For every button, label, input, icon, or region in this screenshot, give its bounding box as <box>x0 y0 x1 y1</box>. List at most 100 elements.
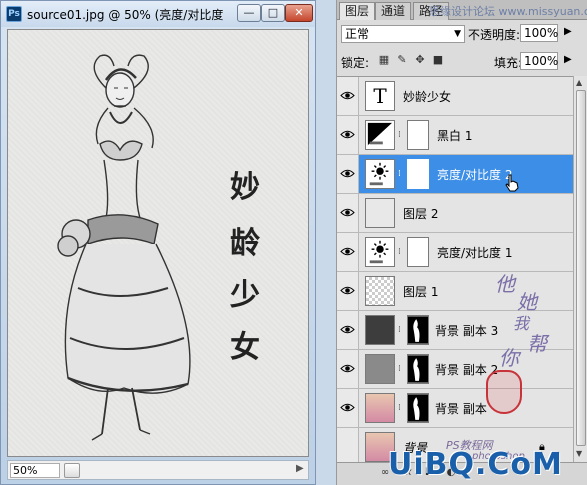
artwork-char-2: 龄 <box>230 226 260 261</box>
eye-icon <box>340 286 355 295</box>
forum-watermark: 思缘设计论坛 www.missyuan.com <box>429 5 587 18</box>
dancer-sketch-image <box>57 54 191 441</box>
chevron-down-icon: ▼ <box>454 29 461 39</box>
layer-name[interactable]: 图层 2 <box>403 205 438 222</box>
lock-image-icon[interactable]: ✎ <box>395 53 409 67</box>
transparent-layer-thumbnail <box>365 276 395 306</box>
red-seal-stamp <box>486 370 522 414</box>
photo-layer-thumbnail <box>365 393 395 423</box>
eye-icon <box>340 403 355 412</box>
layer-thumbnail <box>365 198 395 228</box>
layer-row-brightness-contrast-2[interactable]: ⁞ 亮度/对比度 2 <box>337 155 573 194</box>
brightness-contrast-adjustment-icon <box>365 159 395 189</box>
opacity-label: 不透明度: <box>468 28 521 42</box>
layer-name[interactable]: 图层 1 <box>403 283 438 300</box>
artwork-char-4: 女 <box>230 330 260 365</box>
uibq-logo: UiBQ.CoM <box>388 447 563 482</box>
opacity-slider-arrow-icon[interactable]: ▶ <box>564 26 572 37</box>
blend-mode-select[interactable]: 正常 ▼ <box>341 25 465 43</box>
eye-icon <box>340 208 355 217</box>
visibility-toggle[interactable] <box>337 77 359 115</box>
lock-label: 锁定: <box>341 56 370 70</box>
visibility-toggle[interactable] <box>337 194 359 232</box>
scroll-down-icon[interactable]: ▼ <box>576 449 582 458</box>
panel-tabs: 图层 通道 路径 思缘设计论坛 www.missyuan.com <box>337 0 587 20</box>
fill-slider-arrow-icon[interactable]: ▶ <box>564 54 572 65</box>
fill-input[interactable]: 100% <box>520 52 558 70</box>
layer-mask-thumbnail[interactable] <box>407 354 429 384</box>
lock-transparency-icon[interactable]: ▦ <box>377 53 391 67</box>
eye-icon <box>340 325 355 334</box>
opacity-input[interactable]: 100% <box>520 24 558 42</box>
visibility-toggle[interactable] <box>337 272 359 310</box>
layer-name[interactable]: 妙龄少女 <box>403 88 451 105</box>
layer-mask-thumbnail[interactable] <box>407 120 429 150</box>
link-icon[interactable]: ⁞ <box>398 403 404 413</box>
status-bar: 50% ▶ <box>7 460 309 480</box>
black-white-adjustment-icon <box>365 120 395 150</box>
layer-name[interactable]: 黑白 1 <box>437 127 472 144</box>
layer-mask-thumbnail[interactable] <box>407 393 429 423</box>
layers-panel: 图层 通道 路径 思缘设计论坛 www.missyuan.com 正常 ▼ 不透… <box>336 0 587 485</box>
layer-row-layer-1[interactable]: 图层 1 <box>337 272 573 311</box>
layer-row-background-copy-2[interactable]: ⁞ 背景 副本 2 <box>337 350 573 389</box>
brightness-contrast-adjustment-icon <box>365 237 395 267</box>
layer-name[interactable]: 背景 副本 <box>435 400 487 417</box>
layer-row-background-copy-3[interactable]: ⁞ 背景 副本 3 <box>337 311 573 350</box>
layer-mask-thumbnail[interactable] <box>407 315 429 345</box>
link-icon[interactable]: ⁞ <box>398 325 404 335</box>
layer-row-layer-2[interactable]: 图层 2 <box>337 194 573 233</box>
eye-icon <box>340 91 355 100</box>
close-button[interactable]: ✕ <box>285 4 313 22</box>
document-title: source01.jpg @ 50% (亮度/对比度 <box>27 8 224 22</box>
layer-row-text[interactable]: T 妙龄少女 <box>337 77 573 116</box>
layer-mask-thumbnail[interactable] <box>407 159 429 189</box>
layer-row-black-white[interactable]: ⁞ 黑白 1 <box>337 116 573 155</box>
eye-icon <box>340 130 355 139</box>
status-menu-arrow-icon[interactable]: ▶ <box>296 463 304 474</box>
link-icon[interactable]: ⁞ <box>398 169 404 179</box>
eye-icon <box>340 364 355 373</box>
document-info-icon[interactable] <box>64 463 80 478</box>
link-icon[interactable]: ⁞ <box>398 247 404 257</box>
lock-all-icon[interactable]: ■ <box>431 53 445 67</box>
photoshop-icon: Ps <box>6 6 22 22</box>
visibility-toggle[interactable] <box>337 155 359 193</box>
layer-list: T 妙龄少女 ⁞ 黑白 1 ⁞ 亮度/对比度 2 图层 2 ⁞ 亮度/对比度 1… <box>337 76 573 462</box>
lock-position-icon[interactable]: ✥ <box>413 53 427 67</box>
hand-cursor-icon <box>505 174 519 192</box>
visibility-toggle[interactable] <box>337 233 359 271</box>
link-icon[interactable]: ⁞ <box>398 364 404 374</box>
eye-icon <box>340 169 355 178</box>
layer-name[interactable]: 亮度/对比度 1 <box>437 244 513 261</box>
document-title-bar[interactable]: Ps source01.jpg @ 50% (亮度/对比度 — □ ✕ <box>1 1 315 27</box>
visibility-toggle[interactable] <box>337 350 359 388</box>
layer-mask-thumbnail[interactable] <box>407 237 429 267</box>
fill-label: 填充: <box>494 56 523 70</box>
scroll-up-icon[interactable]: ▲ <box>576 78 582 87</box>
visibility-toggle[interactable] <box>337 389 359 427</box>
text-layer-thumbnail: T <box>365 81 395 111</box>
zoom-input[interactable]: 50% <box>10 463 60 478</box>
visibility-toggle[interactable] <box>337 116 359 154</box>
document-canvas[interactable]: 妙 龄 少 女 <box>7 29 309 457</box>
artwork-char-3: 少 <box>230 278 260 313</box>
visibility-toggle[interactable] <box>337 428 359 462</box>
link-icon[interactable]: ⁞ <box>398 130 404 140</box>
layer-list-scrollbar[interactable]: ▲ ▼ <box>573 76 587 462</box>
photo-layer-thumbnail <box>365 315 395 345</box>
photo-layer-thumbnail <box>365 354 395 384</box>
scroll-thumb[interactable] <box>576 90 586 446</box>
tab-channels[interactable]: 通道 <box>375 2 412 20</box>
layer-name[interactable]: 亮度/对比度 2 <box>437 166 513 183</box>
layer-name[interactable]: 背景 副本 3 <box>435 322 498 339</box>
layer-row-background-copy[interactable]: ⁞ 背景 副本 <box>337 389 573 428</box>
tab-layers[interactable]: 图层 <box>339 2 376 20</box>
eye-icon <box>340 247 355 256</box>
maximize-button[interactable]: □ <box>261 4 285 22</box>
blend-mode-value: 正常 <box>345 27 370 41</box>
layer-row-brightness-contrast-1[interactable]: ⁞ 亮度/对比度 1 <box>337 233 573 272</box>
minimize-button[interactable]: — <box>237 4 261 22</box>
visibility-toggle[interactable] <box>337 311 359 349</box>
artwork-char-1: 妙 <box>230 170 260 205</box>
